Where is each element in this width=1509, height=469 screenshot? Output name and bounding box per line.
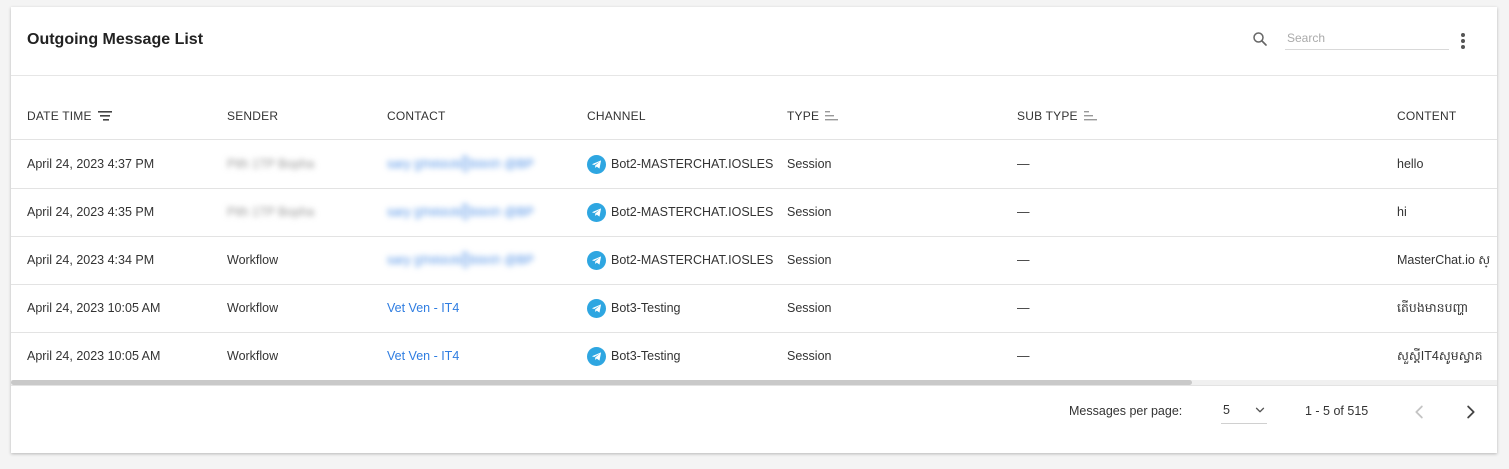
cell-type: Session (787, 301, 832, 315)
channel-label: Bot2-MASTERCHAT.IOSLES (611, 205, 774, 219)
column-label: SUB TYPE (1017, 109, 1078, 123)
cell-type: Session (787, 349, 832, 363)
cell-content: តើបងមានបញ្ហា (1397, 301, 1469, 315)
cell-channel: Bot2-MASTERCHAT.IOSLES (587, 140, 773, 188)
next-page-icon[interactable] (1459, 401, 1481, 423)
column-label: CHANNEL (587, 109, 646, 123)
cell-datetime: April 24, 2023 4:37 PM (27, 157, 155, 171)
cell-sender: Pith 1TP Bopha (227, 157, 315, 171)
column-header-content[interactable]: CONTENT (1397, 109, 1456, 123)
channel-label: Bot3-Testing (611, 349, 681, 363)
page-title: Outgoing Message List (27, 31, 204, 48)
sort-icon[interactable] (97, 111, 112, 121)
cell-contact-link[interactable]: sary ព្រាមសេមឿងមេខា @BP (387, 140, 534, 188)
cell-channel: Bot3-Testing (587, 332, 680, 380)
pagination-range: 1 - 5 of 515 (1305, 404, 1369, 418)
column-header-contact[interactable]: CONTACT (387, 109, 446, 123)
more-options-icon[interactable] (1455, 31, 1471, 51)
cell-content: hello (1397, 157, 1424, 171)
column-header-type[interactable]: TYPE (787, 109, 839, 123)
sort-icon[interactable] (1083, 111, 1097, 121)
table-row[interactable]: April 24, 2023 10:05 AM Workflow Vet Ven… (11, 332, 1497, 381)
cell-channel: Bot2-MASTERCHAT.IOSLES (587, 236, 773, 284)
outgoing-message-card: Outgoing Message List DATE TIME SENDER C… (11, 7, 1497, 453)
telegram-icon (587, 346, 606, 366)
cell-channel: Bot3-Testing (587, 284, 680, 332)
cell-content: MasterChat.io ស្ (1397, 253, 1491, 267)
cell-content: សួស្តីIT4សូមស្វាគ (1397, 349, 1483, 363)
cell-datetime: April 24, 2023 4:34 PM (27, 253, 155, 267)
cell-subtype: — (1017, 349, 1030, 363)
per-page-select[interactable]: 5 (1221, 397, 1267, 424)
column-header-datetime[interactable]: DATE TIME (27, 109, 112, 123)
cell-sender: Pith 1TP Bopha (227, 205, 315, 219)
telegram-icon (587, 298, 606, 318)
cell-type: Session (787, 205, 832, 219)
chevron-down-icon (1255, 407, 1265, 413)
cell-contact-link[interactable]: Vet Ven - IT4 (387, 332, 459, 380)
column-label: DATE TIME (27, 109, 92, 123)
channel-label: Bot2-MASTERCHAT.IOSLES (611, 157, 774, 171)
cell-sender: Workflow (227, 349, 279, 363)
previous-page-icon[interactable] (1409, 401, 1431, 423)
cell-contact-link[interactable]: Vet Ven - IT4 (387, 284, 459, 332)
channel-label: Bot3-Testing (611, 301, 681, 315)
cell-content: hi (1397, 205, 1407, 219)
cell-datetime: April 24, 2023 10:05 AM (27, 349, 161, 363)
telegram-icon (587, 250, 606, 270)
table-row[interactable]: April 24, 2023 4:34 PM Workflow sary ព្រ… (11, 236, 1497, 285)
cell-type: Session (787, 253, 832, 267)
cell-contact-link[interactable]: sary ព្រាមសេមឿងមេខា @BP (387, 236, 534, 284)
column-header-sender[interactable]: SENDER (227, 109, 278, 123)
telegram-icon (587, 202, 606, 222)
cell-sender: Workflow (227, 301, 279, 315)
search-icon[interactable] (1251, 30, 1269, 48)
search-input[interactable] (1285, 27, 1449, 50)
cell-contact-link[interactable]: sary ព្រាមសេមឿងមេខា @BP (387, 188, 534, 236)
cell-datetime: April 24, 2023 10:05 AM (27, 301, 161, 315)
column-header-subtype[interactable]: SUB TYPE (1017, 109, 1097, 123)
column-label: CONTENT (1397, 109, 1457, 123)
cell-type: Session (787, 157, 832, 171)
telegram-icon (587, 154, 606, 174)
column-label: TYPE (787, 109, 820, 123)
cell-subtype: — (1017, 205, 1030, 219)
cell-channel: Bot2-MASTERCHAT.IOSLES (587, 188, 773, 236)
table-row[interactable]: April 24, 2023 4:37 PM Pith 1TP Bopha sa… (11, 140, 1497, 189)
card-header: Outgoing Message List (11, 7, 1497, 76)
column-header-channel[interactable]: CHANNEL (587, 109, 646, 123)
table-row[interactable]: April 24, 2023 4:35 PM Pith 1TP Bopha sa… (11, 188, 1497, 237)
cell-subtype: — (1017, 253, 1030, 267)
table-row[interactable]: April 24, 2023 10:05 AM Workflow Vet Ven… (11, 284, 1497, 333)
cell-sender: Workflow (227, 253, 279, 267)
per-page-value: 5 (1223, 403, 1230, 417)
channel-label: Bot2-MASTERCHAT.IOSLES (611, 253, 774, 267)
cell-subtype: — (1017, 301, 1030, 315)
column-label: CONTACT (387, 109, 446, 123)
footer-divider (11, 385, 1497, 386)
per-page-label: Messages per page: (1069, 404, 1183, 418)
column-label: SENDER (227, 109, 279, 123)
cell-subtype: — (1017, 157, 1030, 171)
sort-icon[interactable] (825, 111, 839, 121)
cell-datetime: April 24, 2023 4:35 PM (27, 205, 155, 219)
